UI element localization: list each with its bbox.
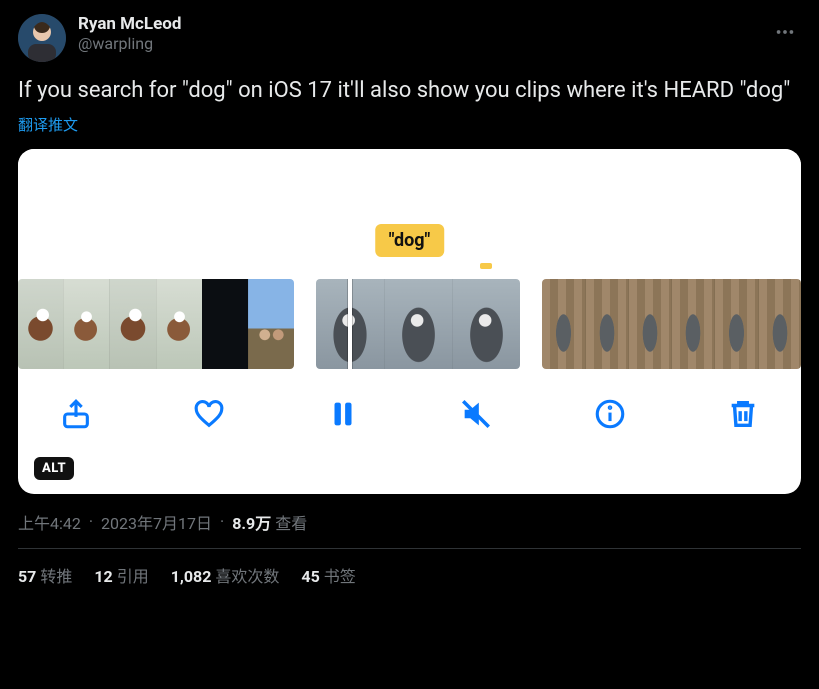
clip-frame — [671, 279, 714, 369]
heart-icon — [192, 397, 226, 431]
clip-frame — [156, 279, 202, 369]
clip-frame — [585, 279, 628, 369]
clip-frame — [63, 279, 109, 369]
clip-frame — [202, 279, 248, 369]
playhead[interactable] — [348, 279, 352, 369]
display-name: Ryan McLeod — [78, 14, 181, 34]
handle: @warpling — [78, 34, 181, 53]
stat-bookmarks[interactable]: 45 书签 — [301, 563, 355, 587]
pause-icon — [326, 397, 360, 431]
meta-separator — [216, 512, 228, 531]
tweet-stats: 57转推 12 引用 1,082喜欢次数 45 书签 — [18, 549, 801, 587]
media-top: "dog" — [18, 149, 801, 279]
like-button[interactable] — [187, 392, 231, 436]
clip-group[interactable] — [18, 279, 294, 369]
translate-link[interactable]: 翻译推文 — [18, 114, 78, 135]
trash-icon — [726, 397, 760, 431]
clip-frame — [18, 279, 63, 369]
stat-label: 转推 — [40, 567, 72, 586]
clip-frame — [109, 279, 155, 369]
author-block[interactable]: Ryan McLeod @warpling — [78, 14, 181, 54]
stat-number: 57 — [18, 567, 36, 586]
tweet-text: If you search for "dog" on iOS 17 it'll … — [18, 76, 801, 106]
meta-time[interactable]: 上午4:42 — [18, 510, 81, 534]
clip-frame — [452, 279, 520, 369]
ellipsis-icon — [774, 21, 796, 43]
clip-group[interactable] — [316, 279, 520, 369]
mute-button[interactable] — [454, 392, 498, 436]
media-toolbar — [18, 369, 801, 459]
clip-group[interactable] — [542, 279, 801, 369]
timeline-strip — [18, 279, 801, 369]
media-card[interactable]: "dog" — [18, 149, 801, 494]
stat-number: 45 — [301, 567, 319, 586]
more-button[interactable] — [767, 14, 803, 50]
clip-frame — [758, 279, 801, 369]
clip-frame — [384, 279, 452, 369]
share-button[interactable] — [54, 392, 98, 436]
stat-quotes[interactable]: 12 引用 — [94, 563, 148, 587]
clip-frame — [248, 279, 294, 369]
meta-views-number[interactable]: 8.9万 — [232, 510, 271, 534]
meta-date[interactable]: 2023年7月17日 — [101, 510, 212, 534]
keyword-tick — [480, 263, 492, 269]
tweet-header: Ryan McLeod @warpling — [18, 14, 801, 62]
stat-number: 1,082 — [171, 567, 212, 586]
stat-likes[interactable]: 1,082喜欢次数 — [171, 563, 280, 587]
keyword-badge: "dog" — [375, 224, 445, 257]
alt-badge[interactable]: ALT — [34, 457, 74, 480]
info-button[interactable] — [588, 392, 632, 436]
stat-number: 12 — [94, 567, 112, 586]
stat-label: 引用 — [117, 567, 149, 586]
stat-retweets[interactable]: 57转推 — [18, 563, 72, 587]
pause-button[interactable] — [321, 392, 365, 436]
tweet: Ryan McLeod @warpling If you search for … — [0, 0, 819, 587]
delete-button[interactable] — [721, 392, 765, 436]
info-icon — [593, 397, 627, 431]
clip-frame — [542, 279, 584, 369]
avatar-image — [18, 14, 66, 62]
meta-views-label: 查看 — [275, 510, 307, 534]
speaker-muted-icon — [459, 397, 493, 431]
tweet-meta: 上午4:42 2023年7月17日 8.9万 查看 — [18, 510, 801, 534]
clip-frame — [628, 279, 671, 369]
clip-frame — [714, 279, 757, 369]
avatar[interactable] — [18, 14, 66, 62]
meta-separator — [85, 512, 97, 531]
stat-label: 喜欢次数 — [215, 567, 279, 586]
stat-label: 书签 — [324, 567, 356, 586]
share-icon — [59, 397, 93, 431]
